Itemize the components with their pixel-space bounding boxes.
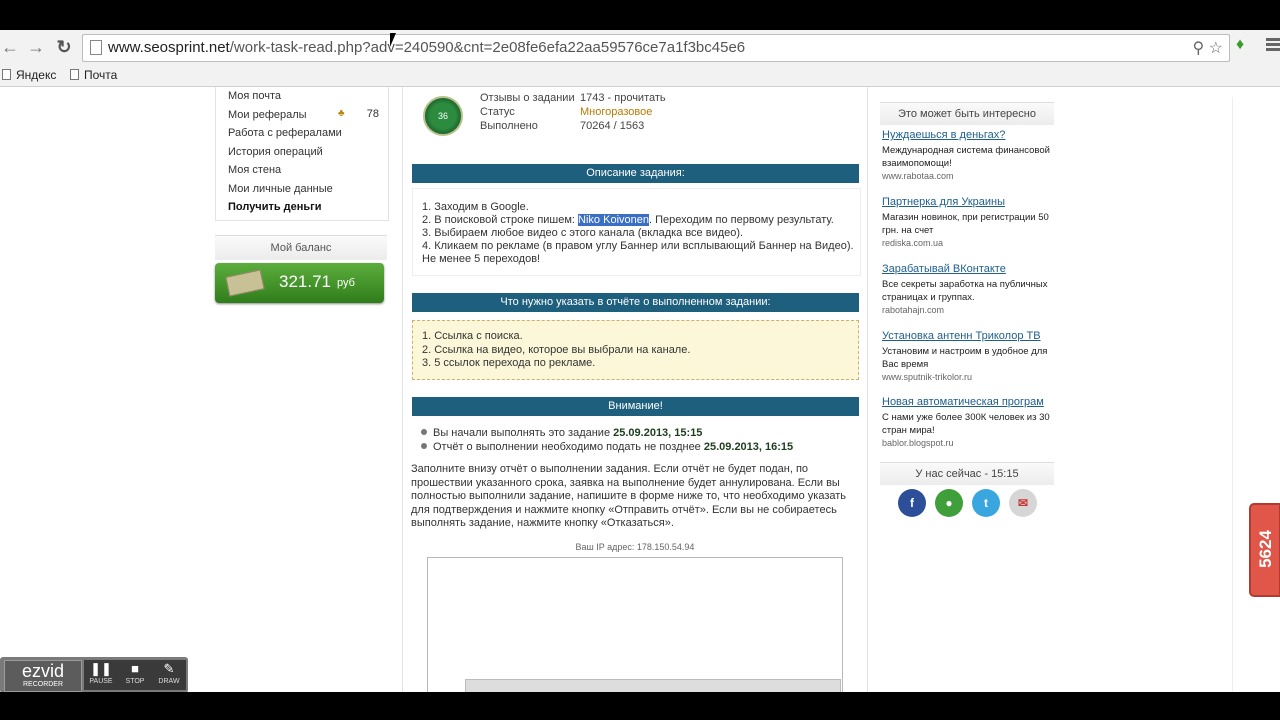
menu-item-referral-work[interactable]: Работа с рефералами: [228, 127, 342, 139]
bookmark-page-icon: [70, 69, 79, 80]
chrome-menu-icon[interactable]: [1266, 38, 1280, 54]
bullet-icon: [421, 443, 427, 449]
menu-item-personal-data[interactable]: Мои личные данные: [228, 183, 333, 195]
description-box: 1. Заходим в Google. 2. В поисковой стро…: [412, 188, 861, 276]
menu-item-mail[interactable]: Моя почта: [228, 90, 281, 102]
zoom-icon[interactable]: ⚲: [1192, 40, 1204, 57]
stop-icon: ■: [131, 661, 139, 676]
address-bar[interactable]: www.seosprint.net/work-task-read.php?adv…: [82, 34, 1230, 62]
report-requirements-box: 1. Ссылка с поиска. 2. Ссылка на видео, …: [412, 320, 859, 380]
description-line-1: 1. Заходим в Google.: [422, 201, 529, 213]
report-item-1: 1. Ссылка с поиска.: [422, 330, 523, 342]
page-edge-divider: [1232, 97, 1233, 692]
ad-text-5: С нами уже более 300К человек из 30 стра…: [882, 412, 1050, 436]
back-arrow-icon[interactable]: ←: [0, 37, 20, 57]
ip-address: Ваш IP адрес: 178.150.54.94: [575, 542, 695, 552]
description-line-5: Не менее 5 переходов!: [422, 253, 541, 265]
balance-panel[interactable]: 321.71 руб: [215, 263, 384, 303]
description-header: Описание задания:: [412, 164, 859, 183]
ad-url-1: www.rabotaa.com: [882, 171, 954, 181]
level-badge: 36: [423, 96, 463, 136]
omnibox-icons: ⚲ ☆: [1192, 38, 1223, 58]
pause-button[interactable]: ❚❚ PAUSE: [84, 660, 118, 690]
menu-item-history[interactable]: История операций: [228, 146, 323, 158]
warning-header: Внимание!: [412, 397, 859, 416]
ad-url-4: www.sputnik-trikolor.ru: [882, 372, 973, 382]
horizontal-scrollbar[interactable]: [465, 679, 841, 692]
ad-text-1: Международная система финансовой взаимоп…: [882, 145, 1050, 169]
balance-amount: 321.71: [279, 272, 331, 291]
warning-deadline: Отчёт о выполнении необходимо подать не …: [421, 441, 793, 453]
online-now-header: У нас сейчас - 15:15: [880, 462, 1054, 485]
ad-title-1[interactable]: Нуждаешься в деньгах?: [882, 129, 1005, 141]
report-item-3: 3. 5 ссылок перехода по рекламе.: [422, 357, 596, 369]
bookmark-star-icon[interactable]: ☆: [1209, 40, 1223, 57]
ad-text-2: Магазин новинок, при регистрации 50 грн.…: [882, 212, 1049, 236]
reload-icon[interactable]: ↻: [54, 37, 74, 57]
ad-text-4: Установим и настроим в удобное для Вас в…: [882, 346, 1048, 370]
report-requirements-header: Что нужно указать в отчёте о выполненном…: [412, 293, 859, 312]
ad-title-3[interactable]: Зарабатывай ВКонтакте: [882, 263, 1006, 275]
screen-top-black-bar: [0, 0, 1280, 28]
ezvid-logo: ezvid RECORDER: [4, 660, 82, 692]
menu-item-referrals[interactable]: Мои рефералы: [228, 109, 307, 121]
web-page: Моя почта Мои рефералы ♣ 78 Работа с реф…: [0, 87, 1280, 692]
ad-url-2: rediska.com.ua: [882, 238, 944, 248]
balance-header: Мой баланс: [215, 235, 387, 260]
ad-text-3: Все секреты заработка на публичных стран…: [882, 279, 1048, 303]
report-textarea[interactable]: [427, 557, 843, 692]
highlighted-search-term[interactable]: Niko Koivonen: [578, 214, 649, 226]
url-text[interactable]: www.seosprint.net/work-task-read.php?adv…: [108, 39, 745, 56]
url-path: /work-task-read.php?adv=240590&cnt=2e08f…: [229, 39, 746, 56]
ad-url-3: rabotahajn.com: [882, 305, 945, 315]
mail-agent-icon[interactable]: ✉: [1009, 489, 1037, 517]
interesting-header: Это может быть интересно: [880, 102, 1054, 125]
warning-start-time: Вы начали выполнять это задание 25.09.20…: [421, 427, 702, 439]
ad-url-5: bablor.blogspot.ru: [882, 438, 954, 448]
stat-done-value: 70264 / 1563: [580, 120, 645, 132]
description-line-3: 3. Выбираем любое видео с этого канала (…: [422, 227, 744, 239]
twitter-icon[interactable]: t: [972, 489, 1000, 517]
stat-done-label: Выполнено: [480, 120, 538, 132]
report-item-2: 2. Ссылка на видео, которое вы выбрали н…: [422, 344, 691, 356]
stat-reviews-value[interactable]: 1743 - прочитать: [580, 92, 666, 104]
description-line-4: 4. Кликаем по рекламе (в правом углу Бан…: [422, 240, 854, 252]
forward-arrow-icon[interactable]: →: [26, 37, 46, 57]
money-icon: [225, 269, 265, 297]
ad-title-5[interactable]: Новая автоматическая програм: [882, 396, 1044, 408]
instructions-paragraph: Заполните внизу отчёт о выполнении задан…: [411, 463, 847, 529]
ad-title-4[interactable]: Установка антенн Триколор ТВ: [882, 330, 1041, 342]
bookmark-page-icon: [2, 69, 11, 80]
stat-status-value: Многоразовое: [580, 106, 653, 118]
browser-toolbar: ← → ↻ www.seosprint.net/work-task-read.p…: [0, 30, 1280, 65]
page-icon: [90, 40, 102, 55]
referrals-count: 78: [366, 108, 379, 120]
menu-item-wall[interactable]: Моя стена: [228, 164, 281, 176]
facebook-icon[interactable]: f: [898, 489, 926, 517]
bookmark-mail[interactable]: Почта: [70, 68, 117, 82]
left-user-menu: Моя почта Мои рефералы ♣ 78 Работа с реф…: [215, 87, 389, 221]
task-content: 36 Отзывы о задании 1743 - прочитать Ста…: [402, 87, 868, 692]
ezvid-recorder-toolbar: ezvid RECORDER ❚❚ PAUSE ■ STOP ✎ DRAW: [0, 657, 188, 693]
extension-icon[interactable]: ♦: [1236, 36, 1254, 56]
pencil-icon: ✎: [163, 661, 175, 676]
referrals-icon: ♣: [338, 108, 345, 119]
url-host: www.seosprint.net: [108, 39, 230, 56]
odnoklassniki-icon[interactable]: ●: [935, 489, 963, 517]
bookmarks-bar: Яндекс Почта: [0, 64, 1280, 87]
pause-icon: ❚❚: [90, 661, 112, 676]
stat-status-label: Статус: [480, 106, 515, 118]
menu-item-get-money[interactable]: Получить деньги: [228, 201, 322, 213]
ad-title-2[interactable]: Партнерка для Украины: [882, 196, 1005, 208]
bookmark-yandex[interactable]: Яндекс: [2, 68, 56, 82]
draw-button[interactable]: ✎ DRAW: [152, 660, 186, 690]
stat-reviews-label: Отзывы о задании: [480, 92, 575, 104]
side-counter-tab[interactable]: 5624: [1249, 503, 1280, 597]
mouse-cursor: [390, 33, 396, 47]
screen-bottom-black-bar: [0, 692, 1280, 720]
description-line-2: 2. В поисковой строке пишем: Niko Koivon…: [422, 214, 834, 226]
bullet-icon: [421, 429, 427, 435]
stop-button[interactable]: ■ STOP: [118, 660, 152, 690]
balance-currency: руб: [337, 277, 355, 289]
